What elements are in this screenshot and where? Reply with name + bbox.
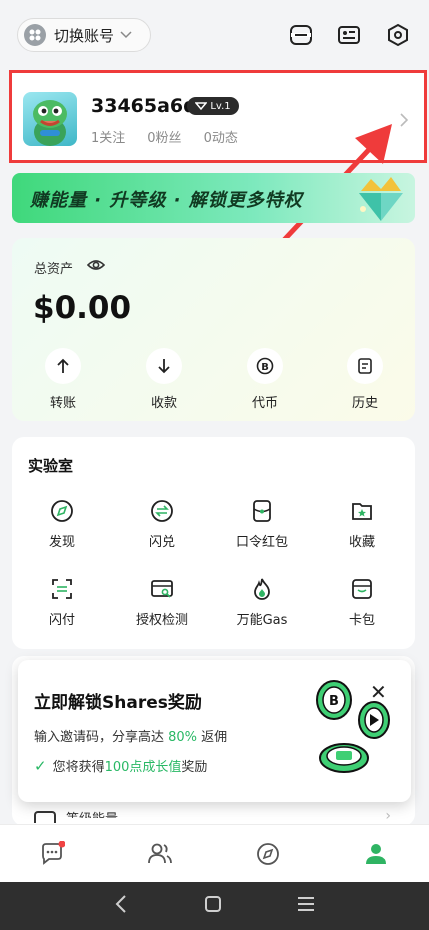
assets-card: 总资产 $0.00 转账 收款 B 代币 历史 — [12, 238, 415, 421]
close-icon[interactable]: ✕ — [370, 680, 387, 704]
assets-label: 总资产 — [34, 262, 74, 277]
lab-item-label: 万能Gas — [236, 613, 288, 628]
profile-name: 33465a6d — [91, 95, 197, 117]
following-count[interactable]: 1关注 — [91, 127, 125, 146]
nav-home-icon[interactable] — [204, 894, 222, 918]
tab-chat[interactable] — [39, 840, 66, 867]
promo-text: 赚能量 · 升等级 · 解锁更多特权 — [30, 190, 303, 211]
level-label: Lv.1 — [210, 100, 231, 112]
posts-count[interactable]: 0动态 — [204, 127, 238, 146]
receive-button[interactable]: 收款 — [134, 348, 194, 411]
id-card-icon[interactable] — [336, 22, 362, 48]
share-rewards-popup[interactable]: 立即解锁Shares奖励 输入邀请码，分享高达 80% 返佣 ✓ 您将获得 100… — [18, 660, 411, 802]
settings-icon[interactable] — [385, 22, 411, 48]
lab-card: 实验室 发现 闪兑 口令红包 收藏 闪付 授权检测 万能Gas 卡包 — [12, 437, 415, 649]
scan-pay-icon — [50, 577, 74, 601]
folder-star-icon — [350, 499, 374, 523]
lab-title: 实验室 — [28, 457, 74, 475]
contacts-icon — [148, 843, 172, 864]
tab-profile[interactable] — [363, 841, 389, 867]
share-popup-gain: ✓ 您将获得 100点成长值 奖励 — [34, 756, 208, 776]
tokens-label: 代币 — [251, 396, 278, 411]
chevron-down-icon — [120, 28, 132, 42]
lab-item-label: 闪付 — [48, 613, 75, 628]
promo-banner[interactable]: 赚能量 · 升等级 · 解锁更多特权 — [12, 173, 415, 223]
tokens-button[interactable]: B 代币 — [235, 348, 295, 411]
coin-icon: B — [247, 348, 283, 384]
lab-item-label: 口令红包 — [235, 535, 288, 550]
share-popup-title: 立即解锁Shares奖励 — [34, 693, 202, 713]
lab-item-label: 授权检测 — [135, 613, 188, 628]
chevron-right-icon: › — [385, 808, 391, 820]
history-button[interactable]: 历史 — [335, 348, 395, 411]
lab-item-gas[interactable]: 万能Gas — [217, 575, 307, 628]
account-avatar-icon — [24, 24, 46, 46]
share-desc-suffix: 返佣 — [197, 730, 228, 745]
arrow-up-icon — [45, 348, 81, 384]
switch-account-label: 切换账号 — [54, 26, 115, 45]
eye-icon[interactable] — [86, 257, 106, 276]
lab-item-discover[interactable]: 发现 — [17, 499, 107, 550]
bottom-tab-bar — [0, 824, 429, 882]
tab-discover[interactable] — [255, 841, 281, 867]
share-popup-desc: 输入邀请码，分享高达 80% 返佣 — [34, 726, 227, 745]
history-icon — [347, 348, 383, 384]
card-bag-icon — [350, 577, 374, 601]
diamond-crown-icon — [359, 177, 403, 221]
nav-menu-icon[interactable] — [296, 894, 316, 918]
transfer-label: 转账 — [49, 396, 76, 411]
svg-text:B: B — [329, 694, 339, 709]
swap-icon[interactable] — [288, 22, 314, 48]
share-gain-suffix: 奖励 — [181, 760, 208, 775]
receive-label: 收款 — [150, 396, 177, 411]
lab-item-card-bag[interactable]: 卡包 — [317, 577, 407, 628]
lab-item-label: 闪兑 — [148, 535, 175, 550]
lab-item-red-packet[interactable]: 口令红包 — [217, 499, 307, 550]
share-desc-prefix: 输入邀请码，分享高达 — [34, 730, 169, 745]
switch-account-button[interactable]: 切换账号 — [17, 18, 151, 52]
energy-icon — [34, 811, 56, 823]
discover-icon — [257, 843, 279, 865]
energy-row-label[interactable]: 等级能量 — [66, 808, 118, 818]
red-packet-icon — [250, 499, 274, 523]
lab-item-auth-check[interactable]: 授权检测 — [117, 577, 207, 628]
lab-item-label: 发现 — [48, 535, 75, 550]
arrow-down-icon — [146, 348, 182, 384]
svg-text:B: B — [261, 362, 269, 373]
share-gain-prefix: 您将获得 — [52, 760, 105, 775]
auth-check-icon — [150, 577, 174, 601]
compass-icon — [50, 499, 74, 523]
profile-stats: 1关注 0粉丝 0动态 — [91, 127, 238, 146]
top-bar: 切换账号 — [0, 0, 429, 70]
share-gain-highlight: 100点成长值 — [104, 760, 182, 775]
transfer-button[interactable]: 转账 — [33, 348, 93, 411]
lab-item-label: 收藏 — [348, 535, 375, 550]
lab-item-quick-pay[interactable]: 闪付 — [17, 577, 107, 628]
lab-item-favorites[interactable]: 收藏 — [317, 499, 407, 550]
history-label: 历史 — [351, 396, 378, 411]
level-icon — [195, 102, 208, 111]
level-badge: Lv.1 — [187, 97, 239, 115]
flame-icon — [250, 575, 274, 601]
share-desc-pct: 80% — [168, 730, 198, 745]
profile-icon — [366, 844, 386, 864]
total-assets-value: $0.00 — [33, 290, 132, 326]
tab-contacts[interactable] — [147, 841, 173, 867]
avatar — [23, 92, 77, 146]
chat-icon — [42, 840, 66, 865]
system-nav-bar — [0, 882, 429, 930]
exchange-icon — [150, 499, 174, 523]
lab-item-label: 卡包 — [348, 613, 375, 628]
followers-count[interactable]: 0粉丝 — [147, 127, 181, 146]
lab-item-swap[interactable]: 闪兑 — [117, 499, 207, 550]
check-icon: ✓ — [34, 756, 47, 775]
nav-back-icon[interactable] — [114, 894, 128, 919]
